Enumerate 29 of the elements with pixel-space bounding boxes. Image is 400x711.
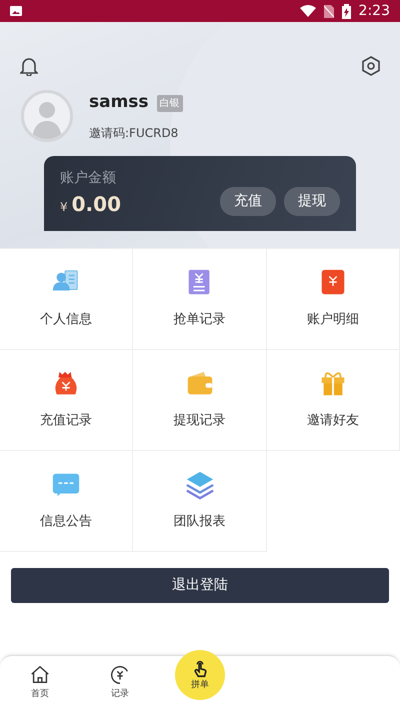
balance-amount: 0.00: [72, 191, 121, 218]
notification-bell-icon[interactable]: [20, 56, 38, 76]
withdraw-button[interactable]: 提现: [284, 187, 340, 216]
wifi-icon: [300, 5, 316, 17]
menu-item[interactable]: 提现记录: [133, 350, 267, 451]
menu-item[interactable]: 账户明细: [267, 249, 400, 350]
menu-item[interactable]: 信息公告: [0, 451, 133, 552]
layers-icon: [184, 470, 214, 500]
balance-label: 账户金额: [60, 169, 117, 188]
status-time: 2:23: [358, 2, 390, 20]
currency-symbol: ¥: [60, 199, 68, 216]
yen-circle-icon: [109, 664, 131, 686]
settings-icon[interactable]: [362, 56, 380, 76]
menu-item[interactable]: 抢单记录: [133, 249, 267, 350]
nav-tab[interactable]: 记录: [80, 655, 160, 711]
menu-item[interactable]: 团队报表: [133, 451, 267, 552]
username: samss: [89, 91, 149, 114]
logout-button[interactable]: 退出登陆: [11, 568, 389, 603]
avatar: [21, 90, 73, 142]
nav-tab[interactable]: 首页: [0, 655, 80, 711]
battery-icon: [342, 4, 351, 18]
invite-code: 邀请码:FUCRD8: [89, 124, 180, 142]
image-icon: [10, 6, 22, 16]
level-badge: 白银: [156, 94, 183, 112]
menu-item[interactable]: 邀请好友: [267, 350, 400, 451]
no-sim-icon: [324, 4, 334, 18]
menu-item[interactable]: 充值记录: [0, 350, 133, 451]
menu-item[interactable]: 个人信息: [0, 249, 133, 350]
recharge-button[interactable]: 充值: [220, 187, 276, 216]
